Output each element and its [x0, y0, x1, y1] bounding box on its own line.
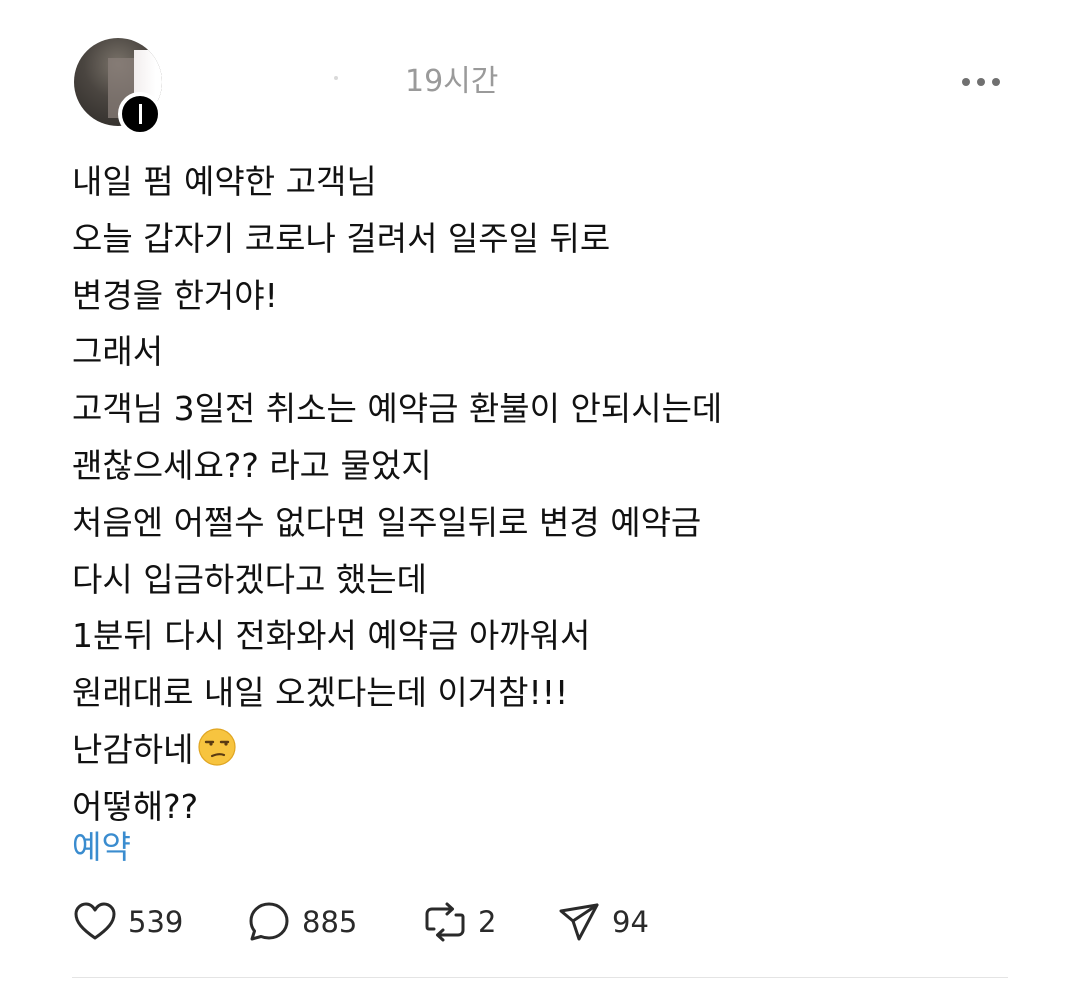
post-text-line: 그래서: [72, 332, 164, 372]
post-text-line: 1분뒤 다시 전화와서 예약금 아까워서: [72, 616, 591, 656]
post-text-line: 원래대로 내일 오겠다는데 이거참!!!: [72, 673, 569, 713]
follow-badge-icon[interactable]: [118, 92, 162, 136]
repost-count: 2: [478, 905, 497, 939]
post-text-line: 괜찮으세요?? 라고 물었지: [72, 445, 432, 485]
action-bar: 539 885 2 94: [72, 892, 772, 952]
comment-button[interactable]: 885: [246, 892, 357, 952]
share-button[interactable]: 94: [556, 892, 649, 952]
more-icon: [962, 78, 970, 86]
heart-icon: [74, 902, 116, 940]
post-text-line: 내일 펌 예약한 고객님: [72, 162, 377, 201]
post-text-line: 고객님 3일전 취소는 예약금 환불이 안되시는데: [72, 389, 723, 429]
post-time: 19시간: [405, 64, 499, 99]
post-text-line: 오늘 갑자기 코로나 걸려서 일주일 뒤로: [72, 218, 611, 258]
post-text-line: 다시 입금하겠다고 했는데: [72, 559, 427, 599]
share-count: 94: [612, 905, 649, 939]
repost-icon: [425, 902, 465, 942]
post-text: 내일 펌 예약한 고객님 오늘 갑자기 코로나 걸려서 일주일 뒤로 변경을 한…: [72, 154, 1032, 836]
comment-count: 885: [302, 905, 358, 939]
send-icon: [559, 903, 599, 941]
unamused-face-icon: [198, 728, 237, 766]
like-count: 539: [128, 905, 184, 939]
username-redacted[interactable]: [196, 62, 386, 102]
post-text-line: 어떻해??: [72, 786, 199, 826]
post-text-line-with-emoji: 난감하네: [72, 722, 1032, 779]
divider: [72, 977, 1008, 978]
repost-button[interactable]: 2: [422, 892, 496, 952]
post-text-line: 변경을 한거야!: [72, 275, 278, 315]
post-text-segment: 난감하네: [72, 729, 194, 769]
post-text-line: 처음엔 어쩔수 없다면 일주일뒤로 변경 예약금: [72, 502, 702, 542]
comment-icon: [249, 902, 289, 941]
like-button[interactable]: 539: [72, 892, 183, 952]
topic-tag[interactable]: 예약: [72, 822, 131, 872]
more-options-button[interactable]: [958, 66, 1004, 96]
thread-post: 19시간 내일 펌 예약한 고객님 오늘 갑자기 코로나 걸려서 일주일 뒤로 …: [0, 0, 1080, 997]
